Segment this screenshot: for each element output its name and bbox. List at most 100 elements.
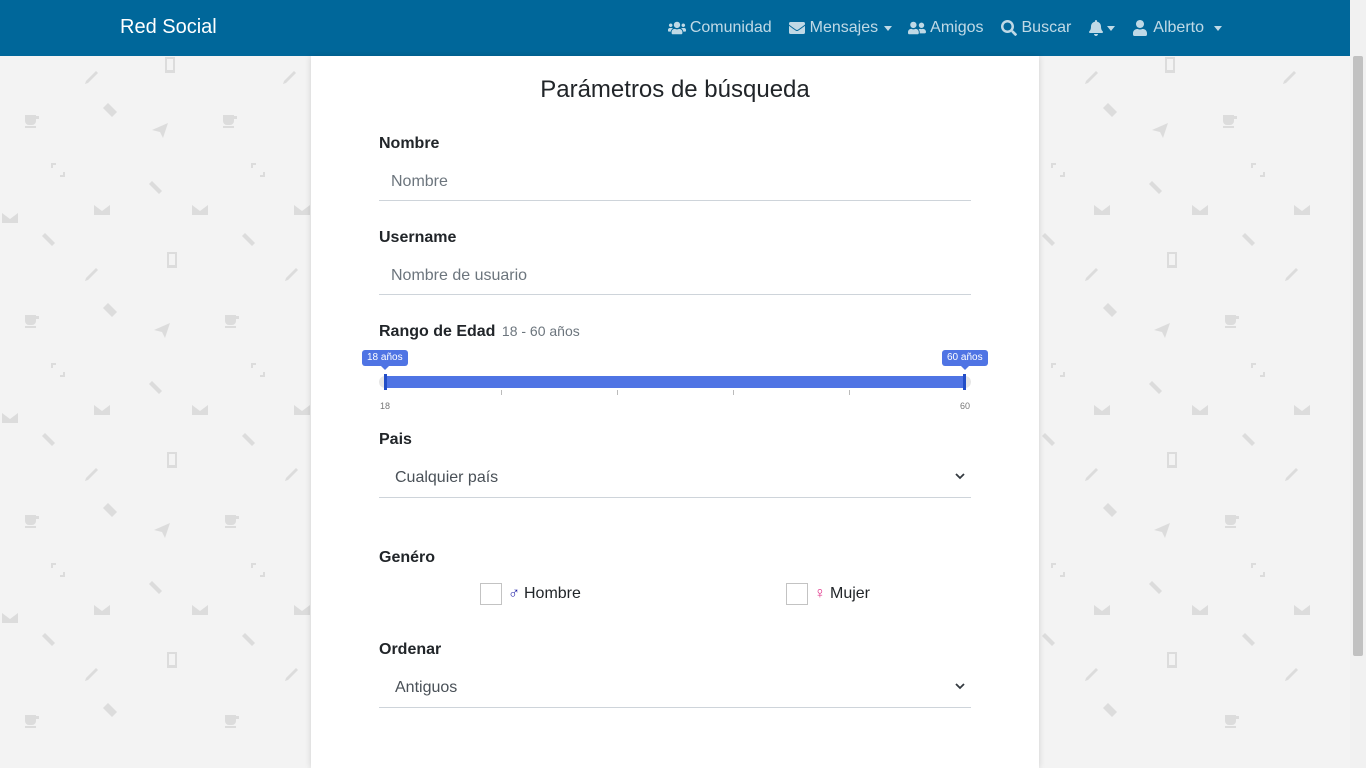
pencil-icon — [85, 268, 98, 281]
scrollbar-thumb[interactable] — [1353, 56, 1363, 656]
pencil-icon — [1085, 668, 1098, 681]
mug-icon — [25, 715, 39, 728]
nav-mensajes[interactable]: Mensajes — [788, 19, 893, 37]
user-icon — [1133, 20, 1148, 36]
page-scrollbar[interactable] — [1350, 0, 1366, 768]
envelope-icon — [1094, 405, 1110, 415]
envelope-icon — [94, 205, 110, 215]
checkbox-box[interactable] — [480, 583, 502, 605]
envelope-icon — [1094, 605, 1110, 615]
phone-icon — [242, 633, 255, 646]
pencil-icon — [1085, 71, 1098, 84]
expand-icon — [1251, 363, 1265, 377]
envelope-icon — [1192, 605, 1208, 615]
slider-min-label: 18 — [380, 401, 391, 411]
expand-icon — [1051, 563, 1065, 577]
envelope-icon — [192, 205, 208, 215]
bell-icon — [1089, 20, 1104, 36]
send-icon — [1154, 523, 1170, 538]
mug-icon — [1223, 115, 1237, 128]
pencil-icon — [85, 468, 98, 481]
tablet-icon — [1165, 57, 1175, 73]
phone-icon — [1042, 633, 1055, 646]
slider-tick — [849, 390, 850, 395]
mug-icon — [1225, 515, 1239, 528]
expand-icon — [51, 163, 65, 177]
phone-icon — [149, 581, 162, 594]
phone-icon — [1149, 181, 1162, 194]
envelope-icon — [2, 613, 18, 623]
search-card: Parámetros de búsqueda Nombre Username R… — [311, 56, 1039, 768]
age-range-label: Rango de Edad 18 - 60 años — [379, 323, 580, 341]
send-icon — [1154, 323, 1170, 338]
nav-user-menu[interactable]: Alberto — [1131, 19, 1222, 37]
search-icon — [1000, 20, 1017, 36]
envelope-icon — [1192, 205, 1208, 215]
order-select-value: Antiguos — [395, 678, 458, 696]
age-slider[interactable] — [379, 374, 971, 390]
send-icon — [152, 123, 168, 138]
expand-icon — [51, 363, 65, 377]
mug-icon — [25, 115, 39, 128]
pencil-icon — [1283, 71, 1296, 84]
user-friends-icon — [908, 21, 927, 35]
age-range-title: Rango de Edad — [379, 323, 496, 340]
nav-notifications[interactable] — [1087, 20, 1116, 36]
gender-label: Genéro — [379, 549, 436, 566]
country-select-value: Cualquier país — [395, 468, 499, 486]
chevron-down-icon — [955, 683, 965, 690]
envelope-icon — [1294, 205, 1310, 215]
envelope-icon — [1294, 405, 1310, 415]
pencil-icon — [85, 71, 98, 84]
phone-icon — [1149, 381, 1162, 394]
envelope-icon — [2, 213, 18, 223]
gender-male-checkbox[interactable]: ♂ Hombre — [480, 583, 581, 605]
checkbox-box[interactable] — [786, 583, 808, 605]
tablet-icon — [167, 252, 177, 268]
navbar: Red Social Comunidad Mensajes Amigos Bus… — [0, 0, 1350, 56]
phone-icon — [1242, 433, 1255, 446]
gender-male-label: Hombre — [524, 585, 581, 602]
age-slider-high-handle[interactable] — [963, 374, 966, 390]
nav-items: Comunidad Mensajes Amigos Buscar Alberto — [652, 0, 1222, 56]
phone-icon — [1242, 233, 1255, 246]
nav-buscar[interactable]: Buscar — [1000, 19, 1071, 37]
caret-down-icon — [1107, 25, 1116, 31]
envelope-icon — [192, 405, 208, 415]
pencil-icon — [1285, 268, 1298, 281]
name-input[interactable] — [379, 163, 971, 201]
country-label: Pais — [379, 431, 412, 448]
slider-tick — [733, 390, 734, 395]
pencil-icon — [1285, 468, 1298, 481]
phone-icon — [42, 433, 55, 446]
gender-female-label: Mujer — [830, 585, 871, 602]
pencil-icon — [285, 268, 298, 281]
envelope-icon — [94, 405, 110, 415]
nav-comunidad[interactable]: Comunidad — [667, 19, 772, 37]
age-range-value: 18 - 60 años — [501, 323, 580, 339]
expand-icon — [251, 563, 265, 577]
tag-icon — [1103, 103, 1117, 117]
tablet-icon — [1167, 452, 1177, 468]
mug-icon — [25, 315, 39, 328]
country-select[interactable]: Cualquier país — [379, 458, 971, 498]
gender-female-checkbox[interactable]: ♀ Mujer — [786, 583, 870, 605]
age-slider-low-handle[interactable] — [384, 374, 387, 390]
male-symbol-icon: ♂ — [508, 585, 520, 602]
phone-icon — [42, 233, 55, 246]
nav-user-label: Alberto — [1153, 19, 1204, 36]
username-input[interactable] — [379, 257, 971, 295]
slider-tick — [617, 390, 618, 395]
tag-icon — [1103, 503, 1117, 517]
envelope-icon — [94, 605, 110, 615]
tag-icon — [1103, 303, 1117, 317]
nav-amigos[interactable]: Amigos — [908, 19, 984, 37]
envelope-icon — [1094, 205, 1110, 215]
order-select[interactable]: Antiguos — [379, 668, 971, 708]
expand-icon — [1251, 163, 1265, 177]
mug-icon — [1225, 315, 1239, 328]
mug-icon — [25, 515, 39, 528]
brand-logo[interactable]: Red Social — [120, 16, 217, 39]
envelope-icon — [1294, 605, 1310, 615]
phone-icon — [242, 433, 255, 446]
